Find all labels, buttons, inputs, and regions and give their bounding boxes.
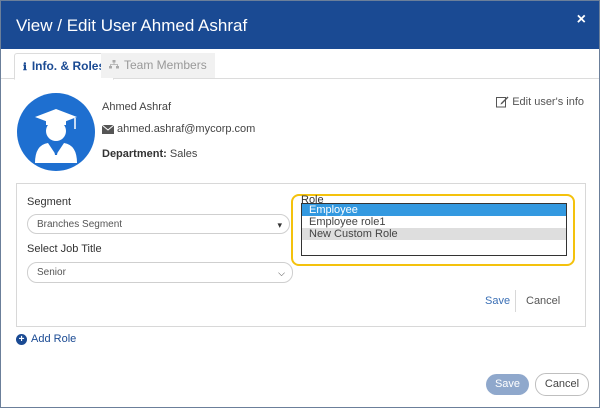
- sitemap-icon: [109, 54, 119, 79]
- graduate-icon: [35, 109, 77, 163]
- tab-team-members-label: Team Members: [124, 58, 207, 72]
- role-save-button[interactable]: Save: [485, 295, 510, 307]
- edit-user-info-link[interactable]: Edit user's info: [496, 95, 584, 108]
- plus-circle-icon: +: [16, 334, 27, 345]
- dialog-header: View / Edit User Ahmed Ashraf ×: [1, 1, 599, 49]
- tab-bar: ℹ Info. & Roles Team Members: [1, 53, 599, 80]
- department-value: Sales: [169, 148, 198, 160]
- user-name: Ahmed Ashraf: [102, 101, 172, 113]
- role-option-employee-role1[interactable]: Employee role1: [302, 216, 566, 228]
- role-listbox[interactable]: Employee Employee role1 New Custom Role: [301, 203, 567, 256]
- tab-info-roles[interactable]: ℹ Info. & Roles: [14, 53, 115, 80]
- close-icon[interactable]: ×: [577, 11, 586, 29]
- info-icon: ℹ: [23, 62, 27, 73]
- job-title-value: Senior: [37, 267, 66, 278]
- tab-info-roles-label: Info. & Roles: [31, 59, 106, 73]
- footer-save-button[interactable]: Save: [486, 374, 529, 395]
- add-role-button[interactable]: + Add Role: [16, 333, 76, 345]
- add-role-label: Add Role: [31, 333, 77, 345]
- job-title-label: Select Job Title: [27, 243, 102, 255]
- role-cancel-button[interactable]: Cancel: [526, 295, 560, 307]
- avatar: [17, 93, 95, 171]
- caret-down-icon: ▾: [277, 220, 282, 230]
- edit-icon: [496, 96, 509, 108]
- role-option-new-custom-role[interactable]: New Custom Role: [302, 228, 566, 240]
- segment-label: Segment: [27, 196, 72, 208]
- role-option-employee[interactable]: Employee: [302, 204, 566, 216]
- job-title-select[interactable]: Senior ⌵: [27, 262, 293, 283]
- envelope-icon: [101, 124, 115, 134]
- user-department: Department: Sales: [102, 148, 197, 160]
- user-email-row: ahmed.ashraf@mycorp.com: [101, 123, 256, 135]
- edit-user-info-label: Edit user's info: [512, 96, 584, 108]
- segment-select[interactable]: Branches Segment ▾: [27, 214, 290, 234]
- user-email: ahmed.ashraf@mycorp.com: [117, 123, 256, 135]
- segment-value: Branches Segment: [37, 219, 123, 230]
- edit-user-dialog: View / Edit User Ahmed Ashraf × ℹ Info. &…: [0, 0, 600, 408]
- dialog-title: View / Edit User Ahmed Ashraf: [16, 16, 248, 35]
- department-label: Department:: [102, 148, 167, 160]
- divider: [515, 290, 516, 312]
- tab-team-members[interactable]: Team Members: [101, 53, 215, 78]
- chevron-down-icon: ⌵: [278, 268, 285, 278]
- footer-cancel-button[interactable]: Cancel: [535, 373, 589, 396]
